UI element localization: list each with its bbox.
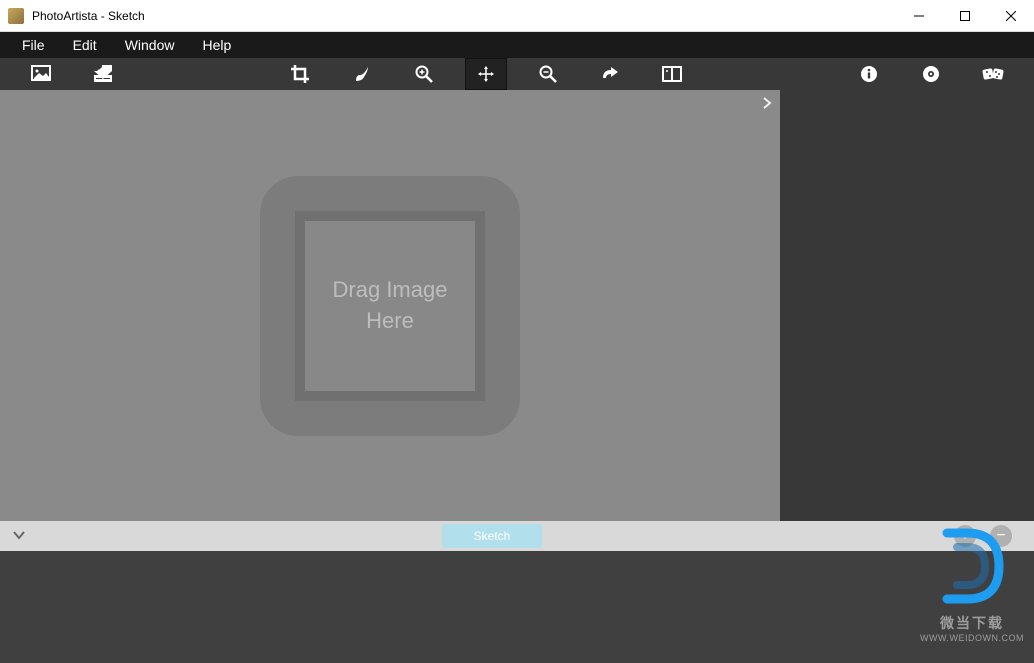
preset-bar: Sketch + −	[0, 521, 1034, 551]
titlebar: PhotoArtista - Sketch	[0, 0, 1034, 32]
app-icon	[8, 8, 24, 24]
compare-button[interactable]	[651, 58, 693, 90]
expand-presets-icon[interactable]	[12, 527, 26, 545]
redo-button[interactable]	[589, 58, 631, 90]
crop-button[interactable]	[279, 58, 321, 90]
menu-help[interactable]: Help	[188, 35, 245, 55]
maximize-button[interactable]	[942, 0, 988, 32]
bottom-panel	[0, 551, 1034, 663]
menu-edit[interactable]: Edit	[59, 35, 111, 55]
pan-button[interactable]	[465, 58, 507, 90]
dropzone-text: Drag ImageHere	[333, 275, 448, 337]
canvas-area[interactable]: Drag ImageHere	[0, 90, 780, 521]
menu-file[interactable]: File	[8, 35, 59, 55]
side-panel	[780, 90, 1034, 521]
window-title: PhotoArtista - Sketch	[32, 9, 145, 23]
info-button[interactable]	[848, 58, 890, 90]
toolbar	[0, 58, 1034, 90]
save-image-button[interactable]	[82, 58, 124, 90]
brush-button[interactable]	[341, 58, 383, 90]
open-image-button[interactable]	[20, 58, 62, 90]
dropzone-inner: Drag ImageHere	[295, 211, 485, 401]
dropzone[interactable]: Drag ImageHere	[260, 176, 520, 436]
minimize-button[interactable]	[896, 0, 942, 32]
zoom-out-button[interactable]	[527, 58, 569, 90]
menu-window[interactable]: Window	[111, 35, 189, 55]
add-preset-button[interactable]: +	[954, 525, 976, 547]
collapse-panel-icon[interactable]	[762, 96, 772, 115]
settings-button[interactable]	[910, 58, 952, 90]
close-button[interactable]	[988, 0, 1034, 32]
random-button[interactable]	[972, 58, 1014, 90]
workspace: Drag ImageHere	[0, 90, 1034, 521]
menubar: File Edit Window Help	[0, 32, 1034, 58]
remove-preset-button[interactable]: −	[990, 525, 1012, 547]
zoom-in-button[interactable]	[403, 58, 445, 90]
preset-tab-sketch[interactable]: Sketch	[442, 524, 542, 548]
